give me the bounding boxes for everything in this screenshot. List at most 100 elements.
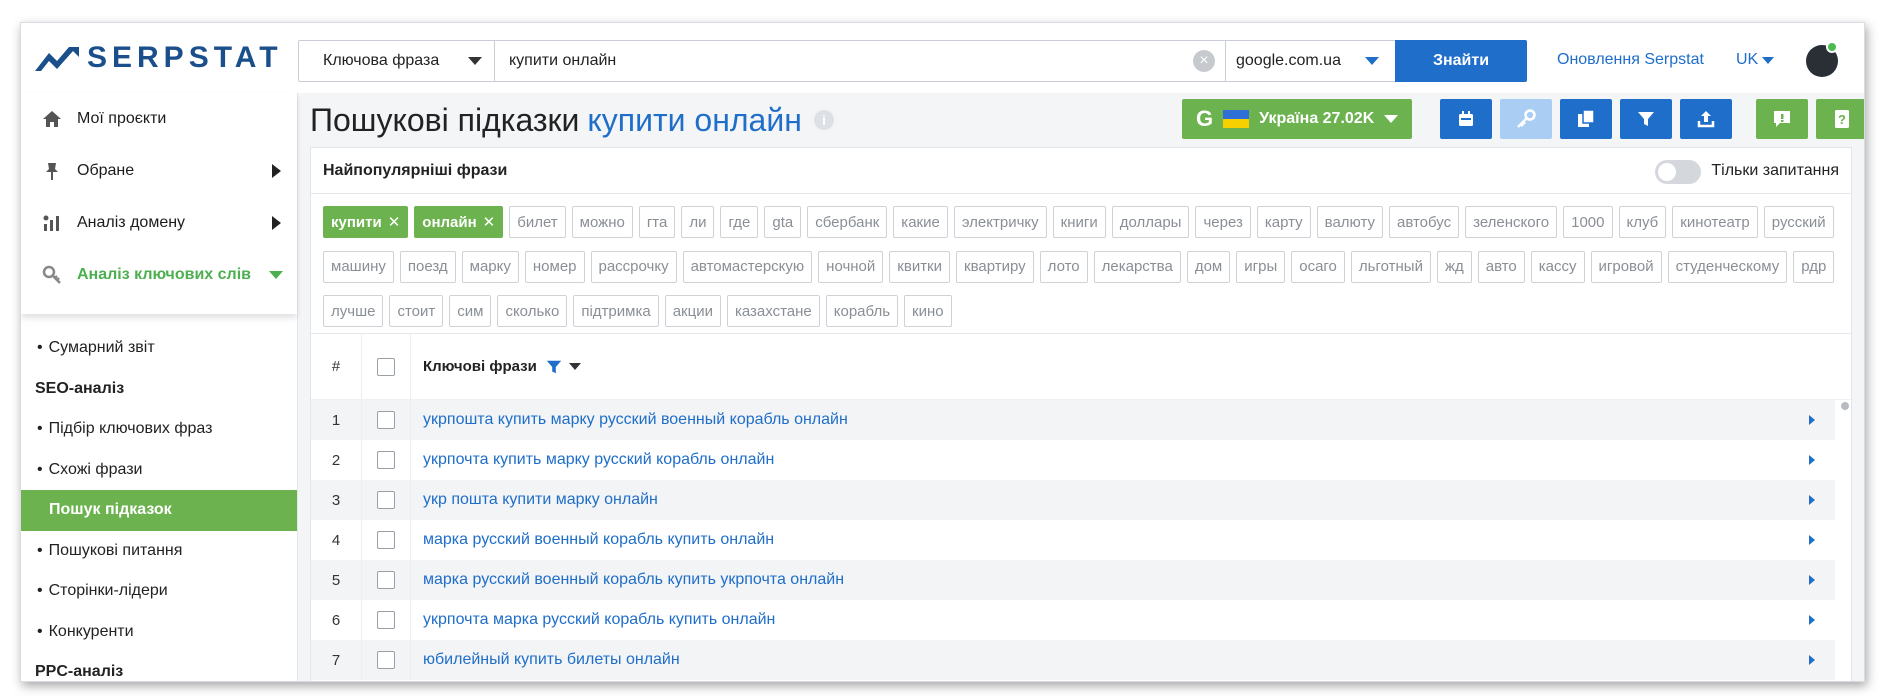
row-checkbox[interactable] [377, 651, 395, 669]
chip[interactable]: доллары [1111, 206, 1190, 238]
chip[interactable]: книги [1052, 206, 1106, 238]
filter-button[interactable] [1620, 99, 1672, 139]
chip-selected[interactable]: купити ✕ [323, 206, 409, 238]
chip[interactable]: электричку [953, 206, 1047, 238]
keyword-link[interactable]: укрпочта марка русский корабль купить он… [423, 611, 775, 629]
clear-icon[interactable]: × [1193, 50, 1215, 72]
chip[interactable]: жд [1436, 250, 1472, 283]
sidebar-sub-competitors[interactable]: • Конкуренти [21, 612, 297, 653]
chip[interactable]: игровой [1590, 250, 1662, 283]
chip[interactable]: какие [893, 206, 948, 238]
row-checkbox[interactable] [377, 531, 395, 549]
chip[interactable]: акции [664, 295, 721, 328]
chip[interactable]: валюту [1316, 206, 1383, 238]
chip[interactable]: студенческому [1667, 250, 1788, 283]
expand-arrow-icon[interactable] [1809, 655, 1815, 665]
sidebar-item-favorites[interactable]: Обране [21, 145, 297, 197]
chip[interactable]: лото [1039, 250, 1088, 283]
keyword-link[interactable]: юбилейный купить билеты онлайн [423, 651, 680, 669]
sidebar-sub-questions[interactable]: • Пошукові питання [21, 531, 297, 572]
table-row[interactable]: 3 укр пошта купити марку онлайн [311, 480, 1835, 520]
sidebar-sub-keyword-selection[interactable]: • Підбір ключових фраз [21, 409, 297, 450]
row-checkbox[interactable] [377, 411, 395, 429]
chip[interactable]: ночной [818, 250, 884, 283]
chip[interactable]: сбербанк [807, 206, 888, 238]
chip[interactable]: дом [1186, 250, 1231, 283]
serpstat-logo[interactable]: SERPSTAT [35, 41, 283, 75]
help-book-button[interactable]: ? [1816, 99, 1864, 139]
chip-selected[interactable]: онлайн ✕ [414, 206, 504, 238]
chip[interactable]: клуб [1618, 206, 1667, 238]
chip[interactable]: номер [524, 250, 585, 283]
key-filter-button[interactable] [1500, 99, 1552, 139]
filter-icon[interactable] [545, 358, 563, 376]
chip[interactable]: кинотеатр [1672, 206, 1758, 238]
chip[interactable]: где [720, 206, 759, 238]
updates-link[interactable]: Оновлення Serpstat [1557, 51, 1704, 69]
row-checkbox[interactable] [377, 571, 395, 589]
expand-arrow-icon[interactable] [1809, 615, 1815, 625]
expand-arrow-icon[interactable] [1809, 535, 1815, 545]
chip[interactable]: лекарства [1093, 250, 1181, 283]
questions-only-toggle[interactable] [1655, 160, 1701, 184]
chip[interactable]: корабль [825, 295, 899, 328]
expand-arrow-icon[interactable] [1809, 415, 1815, 425]
close-icon[interactable]: ✕ [388, 213, 401, 231]
close-icon[interactable]: ✕ [483, 213, 496, 231]
chip[interactable]: квартиру [956, 250, 1034, 283]
chip[interactable]: сколько [497, 295, 568, 328]
find-button[interactable]: Знайти [1395, 40, 1527, 82]
search-type-select[interactable]: Ключова фраза [299, 41, 495, 81]
chip[interactable]: машину [323, 250, 394, 283]
chip[interactable]: карту [1256, 206, 1311, 238]
report-issue-button[interactable] [1756, 99, 1808, 139]
sidebar-item-keyword-analysis[interactable]: Аналіз ключових слів [21, 249, 297, 301]
chip[interactable]: гта [638, 206, 676, 238]
chip[interactable]: зеленского [1465, 206, 1558, 238]
chip[interactable]: лучше [323, 295, 384, 328]
chip[interactable]: 1000 [1563, 206, 1613, 238]
chip[interactable]: стоит [389, 295, 444, 328]
copy-button[interactable] [1560, 99, 1612, 139]
info-icon[interactable]: i [813, 110, 834, 130]
scrollbar[interactable] [1841, 402, 1849, 410]
chip[interactable]: кино [904, 295, 952, 328]
column-keywords-header[interactable]: Ключові фрази [411, 358, 1851, 376]
sidebar-sub-summary[interactable]: • Сумарний звіт [21, 328, 297, 369]
keyword-link[interactable]: укрпочта купить марку русский корабль он… [423, 451, 774, 469]
chip[interactable]: підтримка [573, 295, 659, 328]
chip[interactable]: марку [461, 250, 519, 283]
chip[interactable]: автобус [1389, 206, 1460, 238]
chip[interactable]: можно [571, 206, 633, 238]
keyword-link[interactable]: марка русский военный корабль купить онл… [423, 531, 774, 549]
keyword-link[interactable]: марка русский военный корабль купить укр… [423, 571, 844, 589]
sidebar-sub-suggestions[interactable]: Пошук підказок [21, 490, 297, 531]
export-button[interactable] [1680, 99, 1732, 139]
table-row[interactable]: 2 укрпочта купить марку русский корабль о… [311, 440, 1835, 480]
select-all-checkbox[interactable] [377, 357, 395, 376]
sidebar-item-domain-analysis[interactable]: Аналіз домену [21, 197, 297, 249]
language-select[interactable]: UK [1736, 51, 1775, 69]
table-row[interactable]: 1 укрпошта купить марку русский военный к… [311, 400, 1835, 440]
search-engine-select[interactable]: google.com.ua [1225, 41, 1395, 81]
chip[interactable]: осаго [1291, 250, 1345, 283]
chip[interactable]: рассрочку [590, 250, 677, 283]
expand-arrow-icon[interactable] [1809, 495, 1815, 505]
table-row[interactable]: 6 укрпочта марка русский корабль купить о… [311, 600, 1835, 640]
keyword-link[interactable]: укр пошта купити марку онлайн [423, 491, 658, 509]
keyword-link[interactable]: укрпошта купить марку русский военный ко… [423, 411, 848, 429]
chip[interactable]: через [1195, 206, 1251, 238]
chip[interactable]: gta [764, 206, 802, 238]
chip[interactable]: игры [1236, 250, 1286, 283]
chip[interactable]: поезд [399, 250, 456, 283]
calendar-button[interactable] [1440, 99, 1492, 139]
sidebar-item-my-projects[interactable]: Мої проєкти [21, 93, 297, 145]
table-row[interactable]: 7 юбилейный купить билеты онлайн [311, 640, 1835, 680]
search-input[interactable] [495, 41, 1193, 81]
chip[interactable]: автомастерскую [682, 250, 813, 283]
chip[interactable]: русский [1763, 206, 1834, 238]
chip[interactable]: сим [449, 295, 492, 328]
sidebar-sub-related[interactable]: • Схожі фрази [21, 450, 297, 491]
row-checkbox[interactable] [377, 611, 395, 629]
sort-chevron-icon[interactable] [568, 363, 581, 370]
